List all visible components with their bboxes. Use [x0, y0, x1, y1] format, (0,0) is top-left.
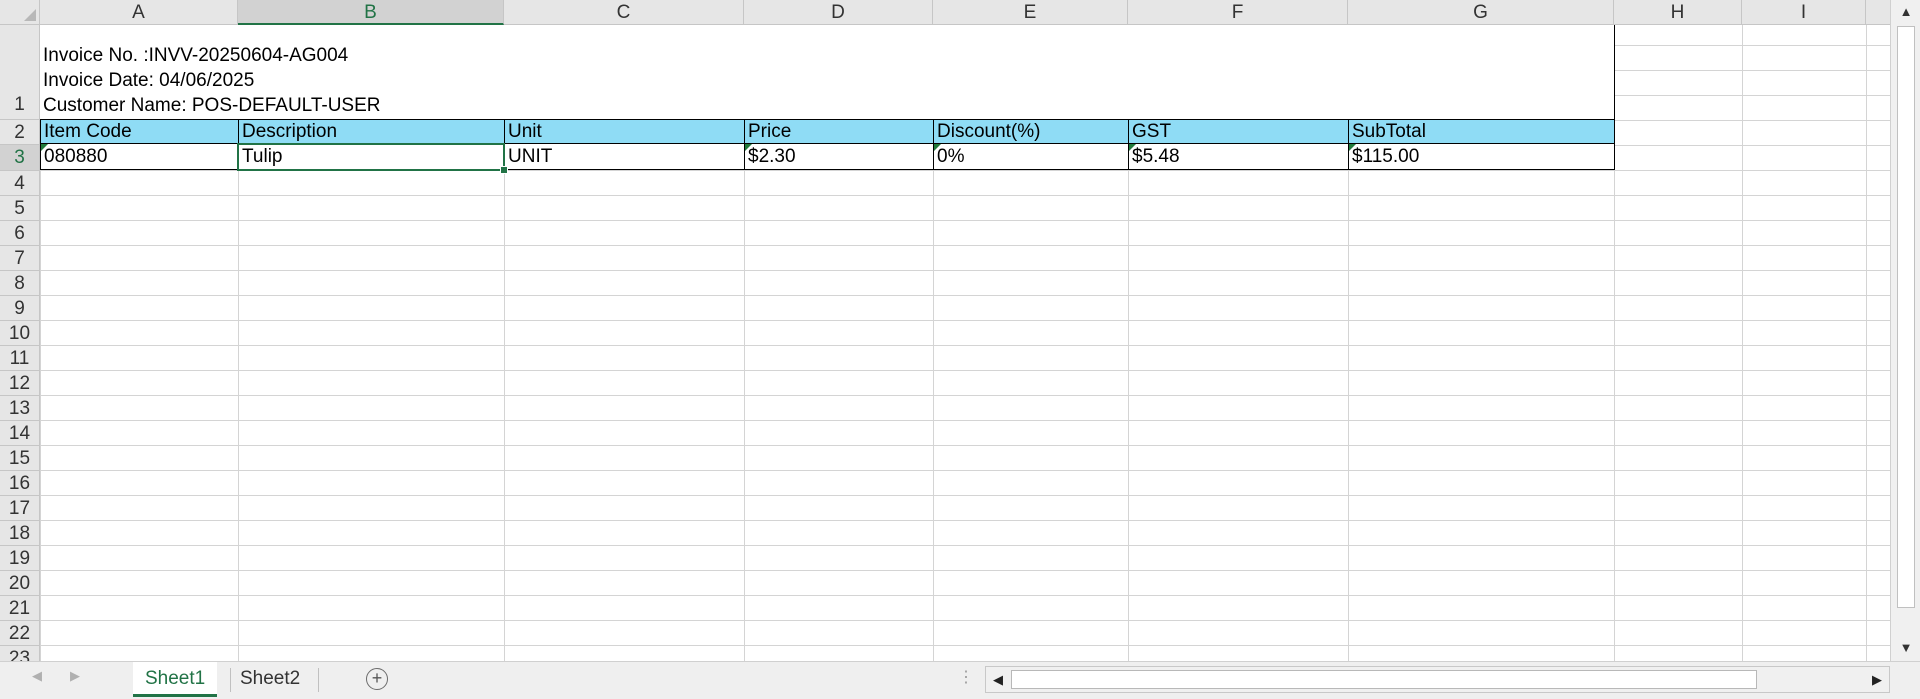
- column-header-b[interactable]: B: [238, 0, 504, 25]
- row-header-13[interactable]: 13: [0, 395, 39, 421]
- header-subtotal[interactable]: SubTotal: [1348, 119, 1615, 144]
- invoice-info-cell[interactable]: Invoice No. :INVV-20250604-AG004 Invoice…: [40, 25, 1615, 119]
- tab-sheet2[interactable]: Sheet2: [228, 662, 312, 696]
- error-indicator-icon: [1129, 144, 1136, 151]
- cell-discount[interactable]: 0%: [933, 144, 1128, 170]
- error-indicator-icon: [41, 144, 48, 151]
- row-header-5[interactable]: 5: [0, 195, 39, 221]
- row-header-11[interactable]: 11: [0, 345, 39, 371]
- cell-grid[interactable]: Invoice No. :INVV-20250604-AG004 Invoice…: [40, 25, 1890, 661]
- cell-price[interactable]: $2.30: [744, 144, 933, 170]
- tab-separator: [318, 668, 319, 692]
- row-header-1[interactable]: 1: [0, 25, 39, 119]
- select-all-corner[interactable]: [0, 0, 40, 24]
- column-header-d[interactable]: D: [744, 0, 933, 24]
- split-handle-icon[interactable]: ⋮: [958, 667, 974, 687]
- scroll-left-icon[interactable]: ◀: [986, 667, 1010, 692]
- cell-unit-value: UNIT: [508, 146, 553, 167]
- header-description[interactable]: Description: [238, 119, 504, 144]
- column-header-h[interactable]: H: [1614, 0, 1742, 24]
- row-header-21[interactable]: 21: [0, 595, 39, 621]
- error-indicator-icon: [1349, 144, 1356, 151]
- add-sheet-icon[interactable]: +: [366, 668, 388, 690]
- row-header-9[interactable]: 9: [0, 295, 39, 321]
- corner-select-all-icon: [24, 9, 36, 21]
- cell-description-value: Tulip: [242, 146, 283, 167]
- cell-item-code-value: 080880: [44, 146, 108, 167]
- customer-name: Customer Name: POS-DEFAULT-USER: [43, 95, 381, 116]
- row-header-3[interactable]: 3: [0, 144, 39, 171]
- row-header-19[interactable]: 19: [0, 545, 39, 571]
- row-header-6[interactable]: 6: [0, 220, 39, 246]
- row-header-23[interactable]: 23: [0, 645, 39, 661]
- cell-unit[interactable]: UNIT: [504, 144, 744, 170]
- row-header-16[interactable]: 16: [0, 470, 39, 496]
- header-unit[interactable]: Unit: [504, 119, 744, 144]
- horizontal-scroll-thumb[interactable]: [1011, 670, 1757, 689]
- cell-description[interactable]: Tulip: [238, 144, 504, 170]
- row-header-14[interactable]: 14: [0, 420, 39, 446]
- row-header-17[interactable]: 17: [0, 495, 39, 521]
- invoice-number: Invoice No. :INVV-20250604-AG004: [43, 45, 349, 66]
- row-header-8[interactable]: 8: [0, 270, 39, 296]
- cell-discount-value: 0%: [937, 146, 965, 167]
- row-header-12[interactable]: 12: [0, 370, 39, 396]
- row-header-15[interactable]: 15: [0, 445, 39, 471]
- header-price[interactable]: Price: [744, 119, 933, 144]
- column-header-g[interactable]: G: [1348, 0, 1614, 24]
- column-header-i[interactable]: I: [1742, 0, 1866, 24]
- header-discount[interactable]: Discount(%): [933, 119, 1128, 144]
- cell-gst[interactable]: $5.48: [1128, 144, 1348, 170]
- scroll-down-icon[interactable]: ▼: [1891, 636, 1920, 660]
- row-header-bar: 1 2 3 4 5 6 7 8 9 10 11 12 13 14 15 16 1…: [0, 25, 40, 661]
- row-header-10[interactable]: 10: [0, 320, 39, 346]
- invoice-date: Invoice Date: 04/06/2025: [43, 70, 255, 91]
- cell-subtotal[interactable]: $115.00: [1348, 144, 1615, 170]
- header-gst[interactable]: GST: [1128, 119, 1348, 144]
- row-header-4[interactable]: 4: [0, 170, 39, 196]
- row-header-20[interactable]: 20: [0, 570, 39, 596]
- cell-price-value: $2.30: [748, 146, 796, 167]
- tab-sheet1[interactable]: Sheet1: [133, 662, 218, 697]
- column-header-bar: A B C D E F G H I: [0, 0, 1890, 25]
- sheet-nav-prev-icon[interactable]: ◀: [32, 668, 42, 684]
- row-header-2[interactable]: 2: [0, 119, 39, 145]
- vertical-scroll-thumb[interactable]: [1897, 26, 1915, 608]
- row-header-18[interactable]: 18: [0, 520, 39, 546]
- row-header-22[interactable]: 22: [0, 620, 39, 646]
- vertical-scrollbar[interactable]: ▲ ▼: [1890, 0, 1920, 661]
- error-indicator-icon: [745, 144, 752, 151]
- column-header-f[interactable]: F: [1128, 0, 1348, 24]
- sheet-tab-bar: ◀ ▶ Sheet1 Sheet2 + ⋮ ◀ ▶: [0, 661, 1920, 699]
- column-header-c[interactable]: C: [504, 0, 744, 24]
- cell-item-code[interactable]: 080880: [40, 144, 238, 170]
- horizontal-scrollbar[interactable]: ◀ ▶: [985, 666, 1890, 693]
- row-header-7[interactable]: 7: [0, 245, 39, 271]
- column-header-a[interactable]: A: [40, 0, 238, 24]
- cell-subtotal-value: $115.00: [1352, 146, 1420, 167]
- scroll-up-icon[interactable]: ▲: [1891, 0, 1920, 24]
- error-indicator-icon: [934, 144, 941, 151]
- sheet-nav-next-icon[interactable]: ▶: [70, 668, 80, 684]
- header-item-code[interactable]: Item Code: [40, 119, 238, 144]
- cell-gst-value: $5.48: [1132, 146, 1180, 167]
- scroll-right-icon[interactable]: ▶: [1865, 667, 1889, 692]
- column-header-e[interactable]: E: [933, 0, 1128, 24]
